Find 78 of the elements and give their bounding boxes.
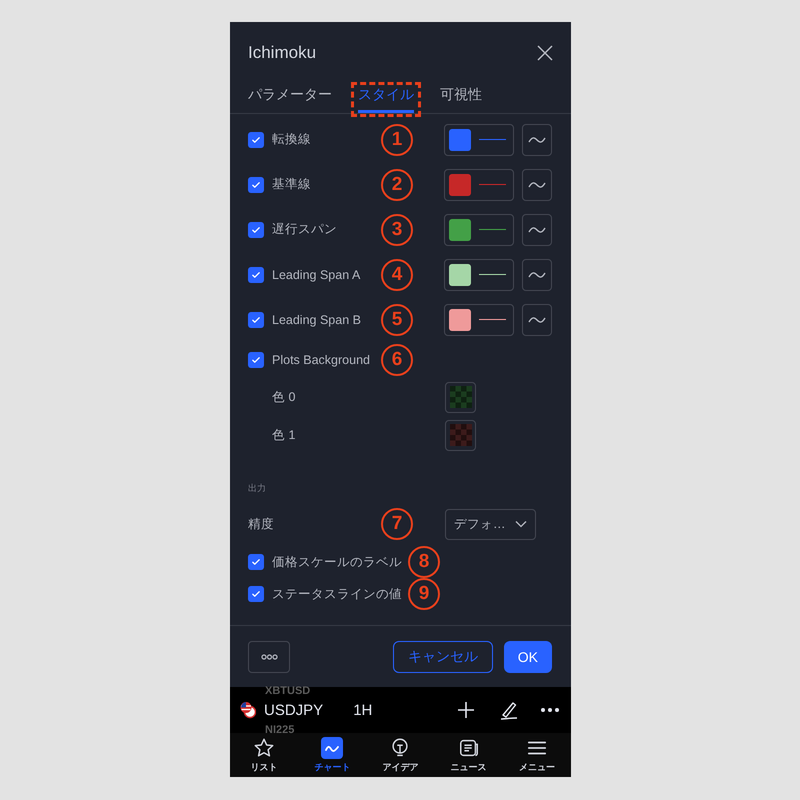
nav-item[interactable]: ニュース [438, 737, 499, 774]
background-symbol: XBTUSD [265, 685, 310, 697]
checkbox[interactable] [248, 222, 264, 238]
tab[interactable]: 可視性 [440, 78, 482, 113]
check-icon [251, 270, 261, 280]
color-label: 色 1 [272, 426, 296, 444]
line-style-button[interactable] [522, 258, 552, 290]
dialog-title: Ichimoku [248, 42, 318, 63]
checkbox[interactable] [248, 176, 264, 192]
more-button[interactable] [248, 640, 290, 672]
plot-label: Leading Span A [272, 268, 360, 282]
line-style-button[interactable] [522, 124, 552, 156]
dots-icon [260, 654, 278, 660]
check-icon [251, 589, 261, 599]
wave-icon [528, 270, 546, 280]
plot-label: 転換線 [272, 131, 311, 148]
check-icon [251, 355, 261, 365]
ok-button[interactable]: OK [504, 640, 552, 672]
symbol-name[interactable]: USDJPY [264, 702, 324, 718]
number-marker: 2 [381, 168, 413, 200]
number-marker: 9 [408, 578, 440, 610]
color-picker-button[interactable] [444, 214, 514, 246]
precision-label: 精度 [248, 516, 275, 532]
background-symbol: NI225 [265, 724, 294, 736]
checkbox[interactable] [248, 586, 264, 602]
check-icon [251, 557, 261, 567]
star-icon [253, 737, 276, 759]
newspaper-icon [458, 737, 480, 759]
wave-icon [528, 314, 546, 324]
pen-icon[interactable] [499, 700, 519, 720]
check-icon [251, 224, 261, 234]
color-label: 色 0 [272, 388, 296, 406]
chart-icon [321, 737, 344, 759]
more-icon[interactable] [541, 708, 559, 712]
interval-label[interactable]: 1H [353, 702, 372, 718]
color-picker-button[interactable] [444, 304, 514, 336]
number-marker: 1 [381, 124, 413, 156]
number-marker: 5 [381, 304, 413, 336]
number-marker: 6 [381, 344, 413, 376]
check-icon [251, 180, 261, 190]
option-label: 価格スケールのラベル [272, 554, 402, 570]
flag-icon [240, 701, 256, 719]
color-picker-button[interactable] [444, 168, 514, 200]
color-picker-button[interactable] [445, 382, 476, 412]
checkbox[interactable] [248, 132, 264, 148]
checkbox[interactable] [248, 266, 264, 282]
number-marker: 4 [381, 258, 413, 290]
section-title: 出力 [248, 482, 267, 494]
checkbox[interactable] [248, 554, 264, 570]
number-marker: 3 [381, 214, 413, 246]
nav-item[interactable]: アイデア [370, 737, 430, 774]
line-style-button[interactable] [522, 168, 552, 200]
checkbox[interactable] [248, 352, 264, 368]
tab[interactable]: パラメーター [248, 78, 332, 113]
number-marker: 8 [408, 546, 440, 578]
checkbox[interactable] [248, 312, 264, 328]
wave-icon [528, 224, 546, 234]
plot-label: Plots Background [272, 353, 370, 367]
option-label: ステータスラインの値 [272, 586, 402, 602]
plot-label: 遅行スパン [272, 221, 337, 238]
precision-dropdown[interactable]: デフォ… [445, 508, 536, 540]
wave-icon [528, 180, 546, 190]
nav-item[interactable]: チャート [302, 737, 362, 774]
line-style-button[interactable] [522, 214, 552, 246]
color-picker-button[interactable] [444, 124, 514, 156]
line-style-button[interactable] [522, 304, 552, 336]
plus-icon[interactable] [457, 701, 475, 719]
color-picker-button[interactable] [445, 420, 476, 450]
nav-item[interactable]: メニュー [506, 737, 567, 774]
check-icon [251, 134, 261, 144]
check-icon [251, 314, 261, 324]
chevron-down-icon [515, 520, 527, 528]
color-picker-button[interactable] [444, 258, 514, 290]
wave-icon [528, 134, 546, 144]
number-marker: 7 [381, 508, 413, 540]
plot-label: Leading Span B [272, 312, 361, 326]
plot-label: 基準線 [272, 176, 311, 193]
nav-item[interactable]: リスト [234, 737, 294, 774]
